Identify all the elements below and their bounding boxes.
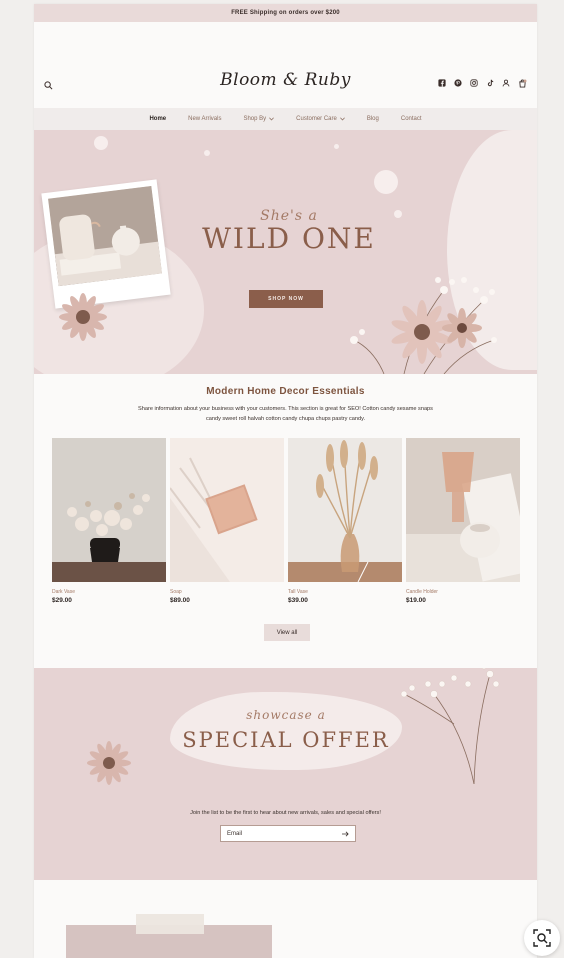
cart-icon[interactable] (517, 78, 527, 88)
announcement-text: FREE Shipping on orders over $200 (231, 10, 340, 16)
facebook-icon[interactable] (437, 78, 447, 88)
product-card[interactable]: Candle Holder $19.00 (406, 438, 520, 604)
product-price: $39.00 (288, 597, 308, 604)
tiktok-icon[interactable] (485, 78, 495, 88)
view-all-button[interactable]: View all (264, 624, 310, 641)
product-price: $29.00 (52, 597, 72, 604)
email-field[interactable]: Email (220, 825, 356, 842)
chevron-down-icon (339, 117, 345, 121)
hero-heading: She's a WILD ONE (184, 208, 394, 255)
announcement-bar: FREE Shipping on orders over $200 (34, 4, 537, 22)
featured-description: Share information about your business wi… (138, 406, 433, 422)
shop-now-button[interactable]: SHOP NOW (249, 290, 323, 308)
nav-shop-by[interactable]: Shop By (243, 116, 275, 122)
newsletter-text: Join the list to be the first to hear ab… (190, 810, 381, 816)
hero-title-text: WILD ONE (202, 222, 376, 255)
instagram-icon[interactable] (469, 78, 479, 88)
product-name[interactable]: Soap (170, 589, 284, 595)
product-card[interactable]: Dark Vase $29.00 (52, 438, 166, 604)
product-name[interactable]: Dark Vase (52, 589, 166, 595)
arrow-right-icon[interactable] (342, 831, 349, 837)
site-header: Bloom & Ruby (34, 22, 537, 104)
visual-search-button[interactable] (524, 920, 560, 956)
pinterest-icon[interactable] (453, 78, 463, 88)
daisy-flower-illustration (87, 741, 131, 785)
main-nav: Home New Arrivals Shop By Customer Care … (34, 108, 537, 130)
hero-banner: She's a WILD ONE SHOP NOW (34, 130, 537, 374)
nav-new-arrivals[interactable]: New Arrivals (188, 116, 221, 122)
visual-search-icon (533, 929, 551, 947)
product-card[interactable]: Tall Vase $39.00 (288, 438, 402, 604)
dried-flowers-illustration (350, 277, 497, 374)
product-grid: Dark Vase $29.00 Soap $89.00 Tall Vase $… (52, 438, 522, 604)
header-icons (437, 78, 527, 88)
chevron-down-icon (269, 117, 275, 121)
nav-contact[interactable]: Contact (401, 116, 422, 122)
account-icon[interactable] (501, 78, 511, 88)
product-card[interactable]: Soap $89.00 (170, 438, 284, 604)
offer-script-text: showcase a (246, 708, 326, 722)
product-image[interactable] (288, 438, 402, 582)
nav-blog[interactable]: Blog (367, 116, 379, 122)
email-placeholder: Email (227, 830, 243, 837)
tape-decoration (136, 914, 204, 934)
next-section (34, 880, 537, 958)
offer-title: SPECIAL OFFER (182, 728, 390, 752)
dried-flowers-illustration (400, 668, 500, 784)
web-page: FREE Shipping on orders over $200 Bloom … (34, 4, 537, 958)
special-offer-section: showcase a SPECIAL OFFER Join the list t… (34, 668, 537, 880)
daisy-flower-illustration (59, 293, 107, 341)
product-name[interactable]: Tall Vase (288, 589, 402, 595)
featured-title: Modern Home Decor Essentials (206, 386, 365, 397)
product-name[interactable]: Candle Holder (406, 589, 520, 595)
product-image[interactable] (170, 438, 284, 582)
product-image[interactable] (406, 438, 520, 582)
nav-home[interactable]: Home (149, 116, 166, 122)
product-price: $19.00 (406, 597, 426, 604)
product-price: $89.00 (170, 597, 190, 604)
nav-customer-care[interactable]: Customer Care (296, 116, 345, 122)
product-image[interactable] (52, 438, 166, 582)
